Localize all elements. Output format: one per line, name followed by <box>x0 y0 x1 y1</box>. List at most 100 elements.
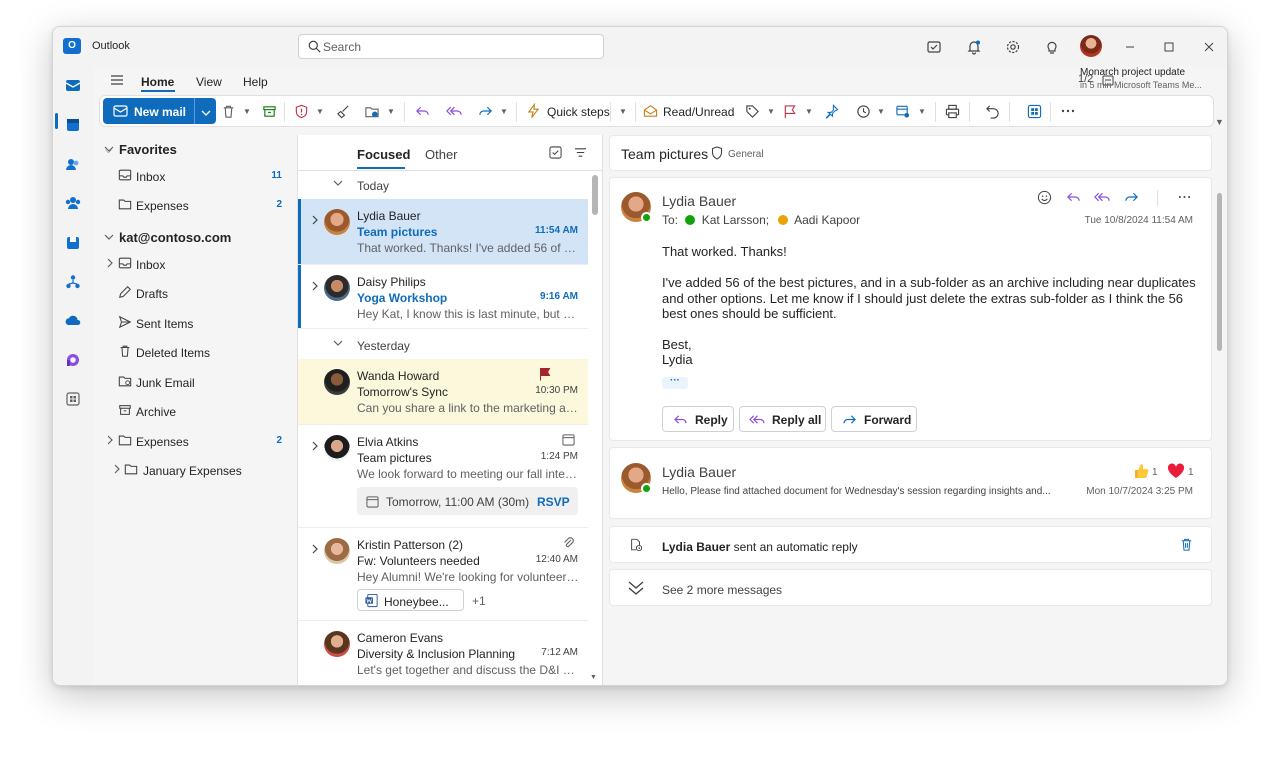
tag-chevron-icon[interactable]: ▼ <box>762 102 780 120</box>
bell-icon[interactable] <box>964 37 984 57</box>
recipient[interactable]: Kat Larsson; <box>702 213 769 227</box>
folder-deleted-items[interactable]: Deleted Items <box>93 340 297 366</box>
hamburger-menu-icon[interactable] <box>110 74 124 89</box>
notification-title[interactable]: Monarch project update <box>1080 67 1185 78</box>
chevron-right-icon[interactable] <box>311 544 319 557</box>
chevron-right-icon[interactable] <box>106 258 114 270</box>
respond-chevron-icon[interactable]: ▼ <box>495 102 513 120</box>
favorites-header[interactable]: Favorites <box>119 142 177 157</box>
folder-sent-items[interactable]: Sent Items <box>93 311 297 337</box>
group-header-yesterday[interactable]: Yesterday <box>298 333 588 359</box>
search-input[interactable] <box>323 38 593 56</box>
chevron-down-icon[interactable] <box>201 106 211 120</box>
groups-icon[interactable] <box>63 193 83 213</box>
reply-all-icon[interactable] <box>445 102 463 120</box>
folder-january-expenses[interactable]: January Expenses <box>93 458 297 484</box>
delete-icon[interactable] <box>219 102 237 120</box>
search-box[interactable] <box>298 34 604 59</box>
apps-icon[interactable] <box>1025 102 1043 120</box>
folder-drafts[interactable]: Drafts <box>93 281 297 307</box>
lightbulb-icon[interactable] <box>1042 37 1062 57</box>
user-avatar[interactable] <box>1080 35 1102 57</box>
read-unread-icon[interactable] <box>641 102 659 120</box>
gear-icon[interactable] <box>1003 37 1023 57</box>
reply-icon[interactable] <box>413 102 431 120</box>
flag-icon[interactable] <box>781 102 799 120</box>
reply-all-icon[interactable] <box>1093 188 1111 206</box>
onedrive-icon[interactable] <box>63 311 83 331</box>
thumbs-up-icon[interactable] <box>1132 462 1150 483</box>
tab-focused[interactable]: Focused <box>357 147 410 162</box>
undo-icon[interactable] <box>983 102 1001 120</box>
forward-icon[interactable] <box>1122 188 1140 206</box>
tab-home[interactable]: Home <box>141 75 174 89</box>
auto-reply-card[interactable]: Lydia Bauer sent an automatic reply <box>609 526 1212 563</box>
new-mail-button[interactable]: New mail <box>103 98 216 124</box>
archive-icon[interactable] <box>260 102 278 120</box>
favorites-collapse-icon[interactable] <box>104 145 114 153</box>
chevron-right-icon[interactable] <box>113 464 121 476</box>
rules-chevron-icon[interactable]: ▼ <box>913 102 931 120</box>
tab-help[interactable]: Help <box>243 75 268 89</box>
tab-view[interactable]: View <box>196 75 222 89</box>
todo-icon[interactable] <box>63 233 83 253</box>
sender-name[interactable]: Lydia Bauer <box>662 193 736 209</box>
quick-steps-chevron-icon[interactable]: ▼ <box>614 102 632 120</box>
tag-icon[interactable] <box>743 102 761 120</box>
report-icon[interactable] <box>292 102 310 120</box>
message-item[interactable]: Wanda Howard Tomorrow's Sync 10:30 PM Ca… <box>298 359 588 425</box>
minimize-icon[interactable] <box>1120 37 1140 57</box>
reading-scrollbar[interactable] <box>1217 193 1222 351</box>
sweep-icon[interactable] <box>334 102 352 120</box>
emoji-icon[interactable] <box>1035 188 1053 206</box>
rsvp-button[interactable]: RSVP <box>537 495 570 509</box>
scroll-down-icon[interactable]: ▼ <box>590 674 597 681</box>
message-item[interactable]: Kristin Patterson (2) Fw: Volunteers nee… <box>298 528 588 621</box>
org-explorer-icon[interactable] <box>63 272 83 292</box>
message-item[interactable]: Cameron Evans Diversity & Inclusion Plan… <box>298 621 588 685</box>
more-apps-icon[interactable] <box>63 389 83 409</box>
report-chevron-icon[interactable]: ▼ <box>311 102 329 120</box>
heart-icon[interactable] <box>1167 463 1185 482</box>
my-day-icon[interactable] <box>924 37 944 57</box>
ribbon-collapse-icon[interactable]: ▼ <box>1215 117 1224 127</box>
tab-other[interactable]: Other <box>425 147 458 162</box>
list-scrollbar[interactable] <box>592 175 598 215</box>
event-invite[interactable]: Tomorrow, 11:00 AM (30m) RSVP <box>357 487 578 515</box>
more-attachments[interactable]: +1 <box>472 594 486 608</box>
message-item[interactable]: Lydia Bauer Team pictures 11:54 AM That … <box>298 199 588 265</box>
filter-icon[interactable] <box>574 147 587 161</box>
delete-chevron-icon[interactable]: ▼ <box>238 102 256 120</box>
folder-expenses[interactable]: Expenses 2 <box>93 429 297 455</box>
folder-inbox[interactable]: Inbox <box>93 252 297 278</box>
account-collapse-icon[interactable] <box>104 233 114 241</box>
folder-junk-email[interactable]: Junk Email <box>93 370 297 396</box>
favorite-expenses[interactable]: Expenses 2 <box>93 193 297 219</box>
reply-button[interactable]: Reply <box>662 406 734 432</box>
attachment-chip[interactable]: Honeybee... <box>357 589 464 611</box>
pin-icon[interactable] <box>822 102 840 120</box>
favorite-inbox[interactable]: Inbox 11 <box>93 164 297 190</box>
chevron-right-icon[interactable] <box>311 281 319 294</box>
forward-button[interactable]: Forward <box>831 406 917 432</box>
reply-all-button[interactable]: Reply all <box>739 406 826 432</box>
select-icon[interactable] <box>549 146 562 162</box>
chevron-right-icon[interactable] <box>106 435 114 447</box>
folder-archive[interactable]: Archive <box>93 399 297 425</box>
chevron-right-icon[interactable] <box>311 215 319 228</box>
print-icon[interactable] <box>943 102 961 120</box>
move-chevron-icon[interactable]: ▼ <box>382 102 400 120</box>
group-header-today[interactable]: Today <box>298 173 588 199</box>
collapsed-message-card[interactable]: Lydia Bauer Hello, Please find attached … <box>609 447 1212 519</box>
calendar-icon[interactable] <box>63 115 83 135</box>
close-icon[interactable] <box>1199 37 1219 57</box>
forward-icon[interactable] <box>476 102 494 120</box>
flag-icon[interactable] <box>539 367 551 384</box>
show-trimmed-content-button[interactable]: ··· <box>662 376 688 389</box>
quick-steps-icon[interactable] <box>524 102 542 120</box>
sender-name[interactable]: Lydia Bauer <box>662 464 736 480</box>
message-item[interactable]: Elvia Atkins Team pictures 1:24 PM We lo… <box>298 425 588 528</box>
rules-icon[interactable] <box>894 102 912 120</box>
mail-icon[interactable] <box>63 75 83 95</box>
sensitivity-label[interactable]: General <box>728 149 764 160</box>
